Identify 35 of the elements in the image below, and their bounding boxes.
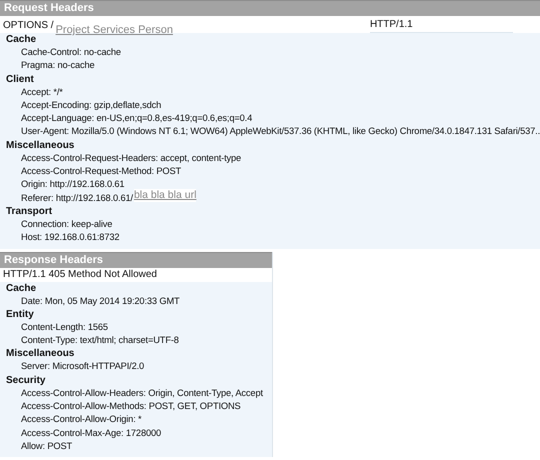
group-heading: Entity [5, 308, 35, 321]
group-heading: Cache [5, 282, 38, 295]
header-line: Allow: POST [21, 440, 72, 453]
group-heading: Cache [5, 33, 38, 46]
header-line: Accept-Encoding: gzip,deflate,sdch [21, 98, 162, 112]
section-title: Request Headers [0, 0, 540, 16]
header-line: Content-Type: text/html; charset=UTF-8 [21, 334, 179, 348]
header-line: Server: Microsoft-HTTPAPI/2.0 [21, 360, 144, 374]
request-method: OPTIONS / [3, 19, 54, 33]
group-heading: Miscellaneous [5, 138, 76, 152]
section-title: Response Headers [0, 252, 272, 268]
header-line: Pragma: no-cache [21, 59, 95, 72]
header-line: Access-Control-Request-Method: POST [21, 165, 182, 178]
status-line: HTTP/1.1 405 Method Not Allowed [3, 268, 157, 280]
referer-link[interactable]: bla bla bla url [134, 188, 196, 202]
header-line: Accept-Language: en-US,en;q=0.8,es-419;q=0.6,es;q=0.4 [21, 112, 252, 126]
header-line: Access-Control-Allow-Origin: * [21, 413, 142, 426]
header-line: Access-Control-Max-Age: 1728000 [21, 426, 162, 440]
header-line: Connection: keep-alive [21, 218, 112, 231]
header-line: Date: Mon, 05 May 2014 19:20:33 GMT [21, 294, 180, 308]
header-line: Access-Control-Allow-Methods: POST, GET, OPTIONS [21, 400, 241, 414]
header-line: Origin: http://192.168.0.61 [21, 178, 124, 192]
header-line: User-Agent: Mozilla/5.0 (Windows NT 6.1; WOW64) AppleWebKit/537.36 (KHTML, like Gecko) Chrome/34.0.1847.131 Safari/537.. [21, 125, 540, 138]
header-line: Access-Control-Allow-Headers: Origin, Content-Type, Accept [21, 386, 263, 400]
header-line: Referer: http://192.168.0.61/ [21, 192, 133, 205]
group-heading: Client [5, 72, 35, 86]
group-heading: Miscellaneous [5, 347, 76, 360]
header-line: Access-Control-Request-Headers: accept, content-type [21, 152, 242, 165]
group-heading: Transport [5, 204, 54, 218]
path-link[interactable]: Project Services Person [56, 24, 173, 36]
group-heading: Security [5, 374, 46, 387]
header-line: Accept: */* [21, 86, 63, 99]
header-line: Host: 192.168.0.61:8732 [21, 231, 120, 244]
header-line: Cache-Control: no-cache [21, 46, 121, 59]
header-line: Content-Length: 1565 [21, 320, 108, 334]
